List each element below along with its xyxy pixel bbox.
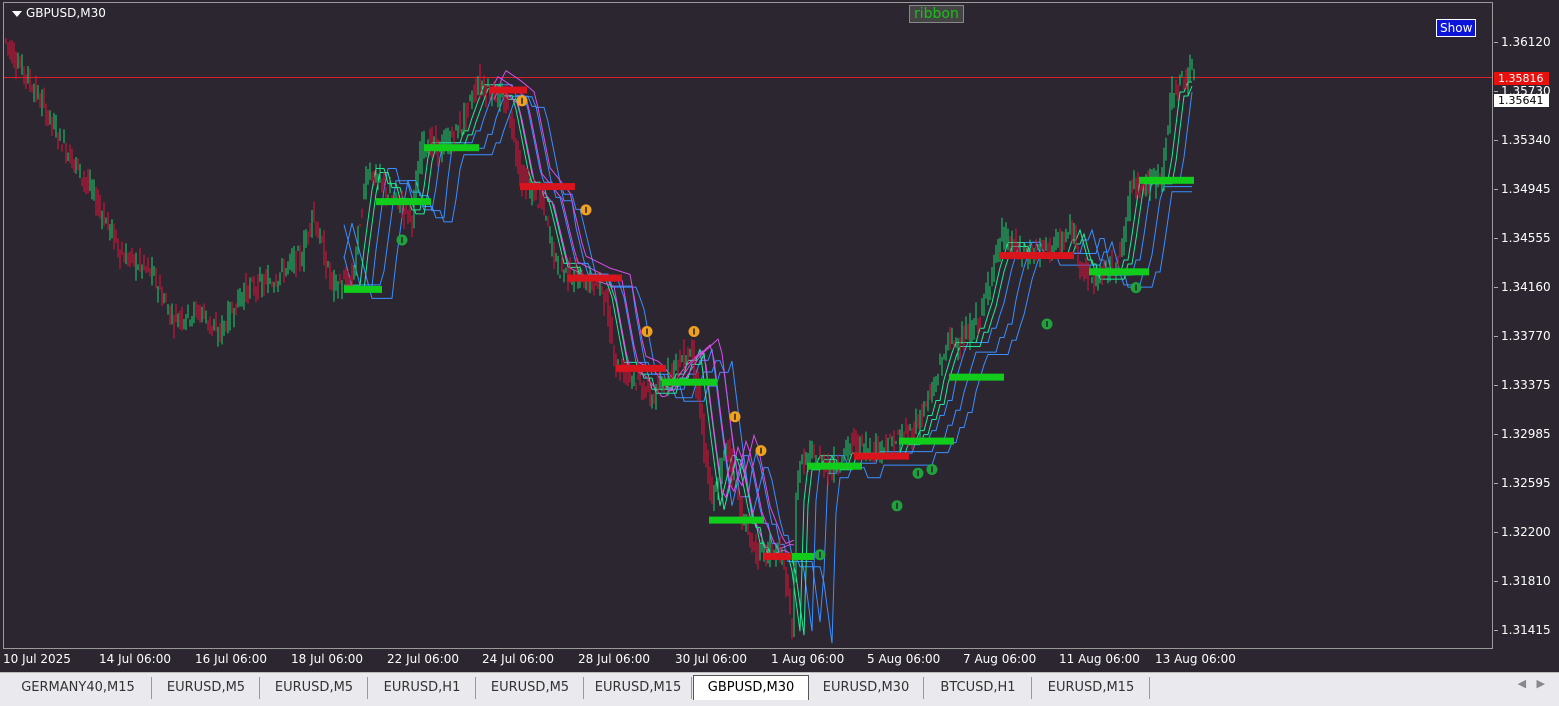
signal-zone-bar — [1139, 176, 1194, 184]
signal-zone-bar — [424, 144, 479, 152]
time-tick-label: 14 Jul 06:00 — [99, 652, 171, 666]
chart-tab[interactable]: BTCUSD,H1 — [925, 677, 1032, 699]
chart-tab[interactable]: EURUSD,M15 — [1033, 677, 1150, 699]
bear-ribbon-line — [493, 84, 795, 557]
time-tick-label: 18 Jul 06:00 — [291, 652, 363, 666]
chart-tab[interactable]: EURUSD,M30 — [809, 677, 924, 699]
signal-zone-bar — [899, 437, 954, 445]
time-tick-label: 30 Jul 06:00 — [675, 652, 747, 666]
time-tick-label: 10 Jul 2025 — [3, 652, 71, 666]
time-tick-label: 13 Aug 06:00 — [1155, 652, 1236, 666]
price-tick-label: 1.31415 — [1494, 623, 1559, 637]
time-tick-label: 7 Aug 06:00 — [963, 652, 1037, 666]
signal-zone-bar — [662, 378, 717, 386]
bear-ribbon-line — [493, 69, 795, 545]
bear-ribbon-line — [493, 75, 795, 551]
bid-price-box: 1.35641 — [1494, 94, 1549, 107]
signal-zone-bar — [949, 373, 1004, 381]
time-tick-label: 11 Aug 06:00 — [1059, 652, 1140, 666]
price-tick-label: 1.36120 — [1494, 35, 1559, 49]
chart-plot-area[interactable]: GBPUSD,M30 ribbon Show — [3, 2, 1493, 649]
price-tick-label: 1.35340 — [1494, 133, 1559, 147]
chart-tab[interactable]: EURUSD,M5 — [261, 677, 368, 699]
chart-tab[interactable]: EURUSD,M5 — [477, 677, 584, 699]
time-tick-label: 5 Aug 06:00 — [867, 652, 941, 666]
chart-tab[interactable]: EURUSD,M5 — [153, 677, 260, 699]
chart-tab[interactable]: EURUSD,H1 — [369, 677, 476, 699]
chart-tab-bar: ◀ ▶ GERMANY40,M15 EURUSD,M5 EURUSD,M5 EURUS… — [0, 672, 1559, 706]
signal-zone-bar — [792, 552, 814, 560]
symbol-label[interactable]: GBPUSD,M30 — [12, 6, 106, 20]
signal-zone-bar — [616, 364, 666, 372]
tab-scroll-arrows[interactable]: ◀ ▶ — [1518, 677, 1545, 690]
price-tick-label: 1.34555 — [1494, 231, 1559, 245]
symbol-text: GBPUSD,M30 — [26, 6, 106, 20]
time-tick-label: 22 Jul 06:00 — [387, 652, 459, 666]
signal-zone-bar — [567, 274, 622, 282]
time-tick-label: 16 Jul 06:00 — [195, 652, 267, 666]
time-tick-label: 24 Jul 06:00 — [482, 652, 554, 666]
ribbon-indicator-label[interactable]: ribbon — [909, 5, 964, 23]
price-tick-label: 1.34160 — [1494, 280, 1559, 294]
price-tick-label: 1.34945 — [1494, 182, 1559, 196]
price-tick-label: 1.33770 — [1494, 329, 1559, 343]
time-tick-label: 28 Jul 06:00 — [578, 652, 650, 666]
signal-zone-bar — [489, 86, 527, 94]
time-axis: 10 Jul 2025 14 Jul 06:00 16 Jul 06:00 18 Ju… — [0, 650, 1495, 670]
signal-zone-bar — [1089, 268, 1149, 276]
signal-zone-bar — [520, 183, 575, 191]
signal-zone-bar — [376, 198, 431, 206]
chart-tab[interactable]: GBPUSD,M30 — [693, 675, 809, 700]
chart-tab[interactable]: EURUSD,M15 — [585, 677, 692, 699]
price-tick-label: 1.32595 — [1494, 476, 1559, 490]
signal-zone-bar — [999, 252, 1074, 260]
signal-zone-bar — [709, 516, 764, 524]
price-tick-label: 1.31810 — [1494, 574, 1559, 588]
current-price-box: 1.35816 — [1494, 72, 1549, 85]
chevron-down-icon[interactable] — [12, 10, 22, 17]
signal-zone-bar — [807, 462, 862, 470]
chart-tab[interactable]: GERMANY40,M15 — [5, 677, 152, 699]
show-button[interactable]: Show — [1436, 19, 1477, 37]
price-tick-label: 1.32200 — [1494, 525, 1559, 539]
price-tick-label: 1.33375 — [1494, 378, 1559, 392]
time-tick-label: 1 Aug 06:00 — [771, 652, 845, 666]
price-chart — [4, 37, 1492, 644]
price-tick-label: 1.32985 — [1494, 427, 1559, 441]
signal-zone-bar — [344, 285, 382, 293]
signal-zone-bar — [854, 452, 909, 460]
